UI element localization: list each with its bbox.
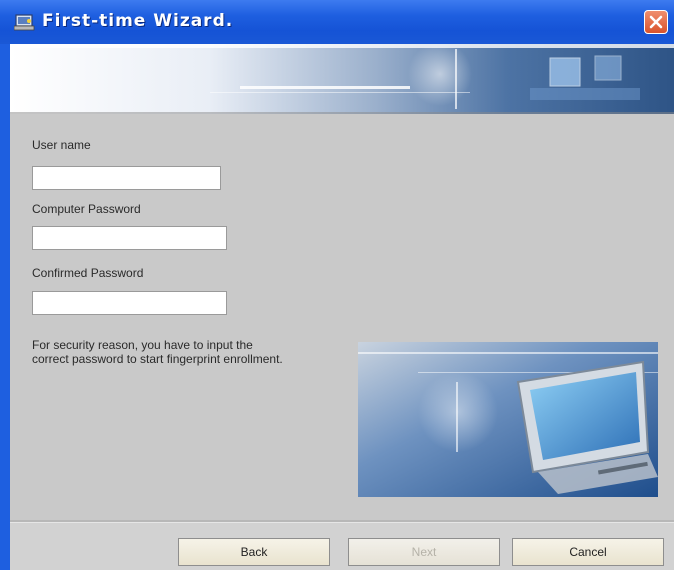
window-left-border xyxy=(0,44,10,570)
security-note: For security reason, you have to input t… xyxy=(32,338,352,366)
confirmed-password-label: Confirmed Password xyxy=(32,266,144,280)
next-button[interactable]: Next xyxy=(348,538,500,566)
computer-password-label: Computer Password xyxy=(32,202,141,216)
wizard-app-icon xyxy=(13,13,36,31)
back-button[interactable]: Back xyxy=(178,538,330,566)
title-bar[interactable]: First-time Wizard. xyxy=(0,0,674,44)
security-note-line1: For security reason, you have to input t… xyxy=(32,338,253,352)
computer-password-field[interactable] xyxy=(32,226,227,250)
window-title: First-time Wizard. xyxy=(42,11,234,31)
username-label: User name xyxy=(32,138,91,152)
username-field[interactable] xyxy=(32,166,221,190)
header-banner xyxy=(10,44,674,114)
computer-illustration xyxy=(358,342,658,497)
close-icon xyxy=(649,15,663,29)
close-button[interactable] xyxy=(644,10,668,34)
confirmed-password-input[interactable] xyxy=(33,292,226,314)
confirmed-password-field[interactable] xyxy=(32,291,227,315)
computer-password-input[interactable] xyxy=(33,227,226,249)
cancel-button[interactable]: Cancel xyxy=(512,538,664,566)
security-note-line2: correct password to start fingerprint en… xyxy=(32,352,283,366)
username-input[interactable] xyxy=(33,167,220,189)
wizard-content: User name Computer Password Confirmed Pa… xyxy=(10,114,674,520)
wizard-window: First-time Wizard. User name Computer Pa… xyxy=(0,0,674,570)
